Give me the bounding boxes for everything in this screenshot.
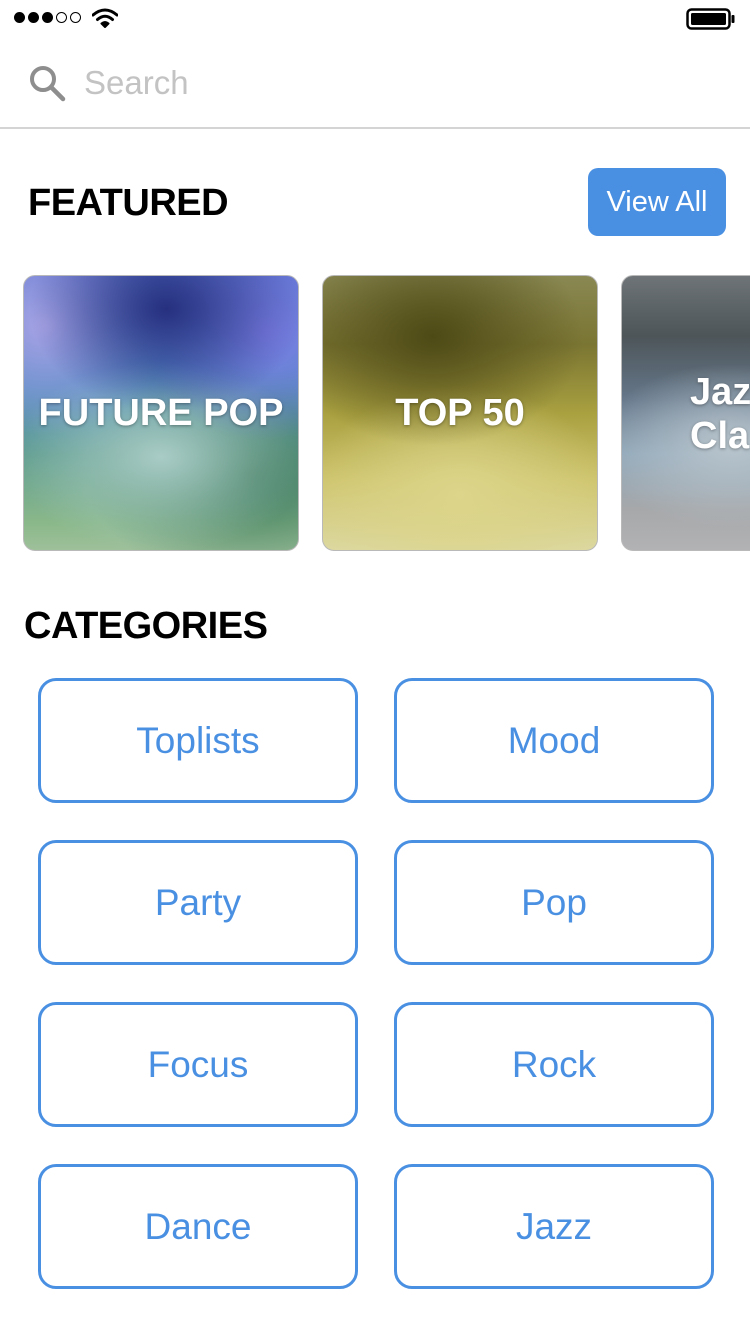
category-button-focus[interactable]: Focus (38, 1002, 358, 1127)
featured-tile-label: Jaz Cla (690, 371, 750, 457)
search-input[interactable] (84, 60, 684, 106)
category-button-party[interactable]: Party (38, 840, 358, 965)
featured-heading: FEATURED (28, 182, 229, 224)
category-button-rock[interactable]: Rock (394, 1002, 714, 1127)
category-button-dance[interactable]: Dance (38, 1164, 358, 1289)
search-icon (30, 66, 66, 102)
category-button-toplists[interactable]: Toplists (38, 678, 358, 803)
category-button-jazz[interactable]: Jazz (394, 1164, 714, 1289)
featured-tile-top-50[interactable]: TOP 50 (322, 275, 598, 551)
wifi-icon (92, 8, 118, 28)
category-button-pop[interactable]: Pop (394, 840, 714, 965)
featured-tile-label: TOP 50 (395, 392, 525, 434)
category-button-mood[interactable]: Mood (394, 678, 714, 803)
featured-carousel[interactable]: FUTURE POP TOP 50 Jaz Cla (0, 275, 750, 551)
search-bar (0, 40, 750, 129)
categories-heading: CATEGORIES (24, 605, 268, 647)
featured-tile-jazz-classics[interactable]: Jaz Cla (621, 275, 750, 551)
battery-icon (686, 8, 735, 30)
cellular-signal-icon (14, 12, 81, 23)
status-bar (0, 0, 750, 40)
featured-tile-future-pop[interactable]: FUTURE POP (23, 275, 299, 551)
view-all-button[interactable]: View All (588, 168, 726, 236)
featured-tile-label: FUTURE POP (38, 392, 284, 434)
